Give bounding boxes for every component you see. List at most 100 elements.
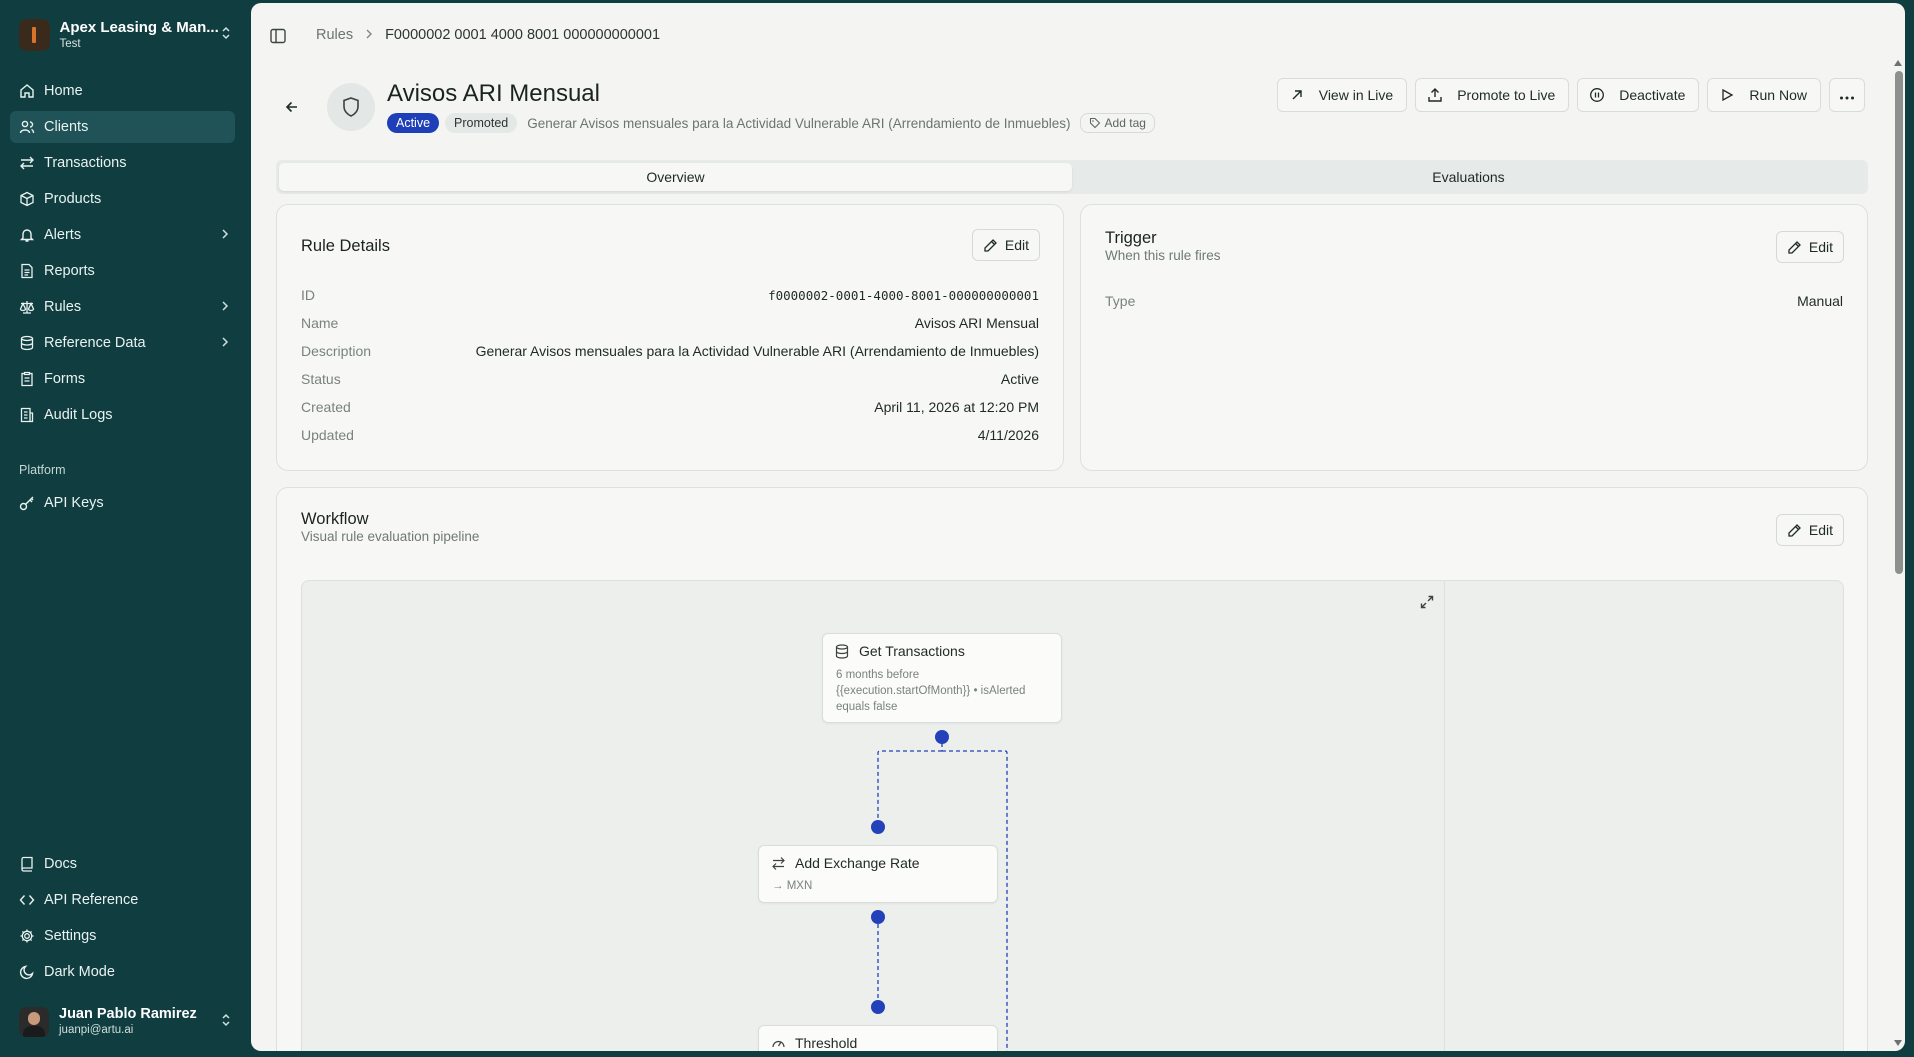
sidebar-item-reports[interactable]: Reports xyxy=(10,255,235,287)
back-arrow-icon[interactable] xyxy=(283,98,301,116)
sidebar-toggle-icon[interactable] xyxy=(269,27,287,45)
edit-label: Edit xyxy=(1808,522,1833,538)
avatar xyxy=(19,1007,49,1037)
node-title-text: Get Transactions xyxy=(859,643,965,659)
user-menu[interactable]: Juan Pablo Ramirez juanpi@artu.ai xyxy=(19,1002,234,1042)
scroll-down-arrow[interactable] xyxy=(1894,1040,1902,1046)
user-email: juanpi@artu.ai xyxy=(59,1024,134,1036)
run-now-label: Run Now xyxy=(1749,87,1807,103)
edit-rule-details-button[interactable]: Edit xyxy=(971,229,1040,261)
detail-key: Updated xyxy=(301,427,354,443)
breadcrumb-rules-link[interactable]: Rules xyxy=(316,27,353,43)
sidebar-item-api-keys[interactable]: API Keys xyxy=(10,487,235,519)
add-tag-button[interactable]: Add tag xyxy=(1079,113,1155,133)
sidebar-item-label: Clients xyxy=(44,119,89,135)
tab-overview[interactable]: Overview xyxy=(279,163,1072,191)
rule-details-title: Rule Details xyxy=(301,237,390,255)
tab-evaluations[interactable]: Evaluations xyxy=(1072,163,1865,191)
users-icon xyxy=(19,119,35,135)
sidebar-item-clients[interactable]: Clients xyxy=(10,111,235,143)
rule-details-card: Rule Details Edit ID f0000002-0001-4000-… xyxy=(276,204,1064,471)
sidebar-item-api-reference[interactable]: API Reference xyxy=(10,884,235,916)
sidebar-item-label: Forms xyxy=(44,371,86,387)
sidebar-item-label: Settings xyxy=(44,928,97,944)
gauge-icon xyxy=(771,1036,786,1051)
sidebar-item-rules[interactable]: Rules xyxy=(10,291,235,323)
sidebar-item-settings[interactable]: Settings xyxy=(10,920,235,952)
sidebar-item-forms[interactable]: Forms xyxy=(10,363,235,395)
sidebar-item-label: Reports xyxy=(44,263,95,279)
deactivate-button[interactable]: Deactivate xyxy=(1577,78,1700,112)
detail-key: Status xyxy=(301,371,341,387)
run-now-button[interactable]: Run Now xyxy=(1707,78,1821,112)
chevron-right-icon xyxy=(215,336,235,351)
deactivate-label: Deactivate xyxy=(1619,87,1686,103)
breadcrumb: Rules F0000002 0001 4000 8001 0000000000… xyxy=(316,27,660,43)
node-title: Threshold xyxy=(771,1035,857,1051)
workflow-node-get-transactions[interactable]: Get Transactions 6 months before {{execu… xyxy=(822,633,1062,723)
add-tag-label: Add tag xyxy=(1104,116,1146,130)
org-switcher[interactable]: Apex Leasing & Man... Test xyxy=(19,17,234,53)
view-in-live-label: View in Live xyxy=(1318,87,1394,103)
sidebar-item-audit-logs[interactable]: Audit Logs xyxy=(10,399,235,431)
trigger-card: Trigger When this rule fires Edit Type M… xyxy=(1080,204,1868,471)
node-title: Add Exchange Rate xyxy=(771,855,920,871)
workflow-node-add-exchange-rate[interactable]: Add Exchange Rate → MXN xyxy=(758,845,998,903)
file-text-icon xyxy=(19,263,35,279)
sidebar-item-dark-mode[interactable]: Dark Mode xyxy=(10,956,235,988)
detail-value: April 11, 2026 at 12:20 PM xyxy=(874,399,1039,415)
database-icon xyxy=(835,643,850,659)
page-title: Avisos ARI Mensual xyxy=(387,80,600,107)
workflow-canvas[interactable]: Get Transactions 6 months before {{execu… xyxy=(301,580,1844,1051)
trigger-subtitle: When this rule fires xyxy=(1105,248,1221,263)
node-output-handle[interactable] xyxy=(871,910,885,924)
ellipsis-icon xyxy=(1839,87,1855,103)
scroll-up-arrow[interactable] xyxy=(1894,60,1902,66)
sidebar-item-label: Audit Logs xyxy=(44,407,113,423)
node-input-handle[interactable] xyxy=(871,1000,885,1014)
sidebar-item-label: API Keys xyxy=(44,495,104,511)
detail-row-created: Created April 11, 2026 at 12:20 PM xyxy=(301,397,1039,417)
workflow-node-threshold[interactable]: Threshold xyxy=(758,1025,998,1051)
view-in-live-button[interactable]: View in Live xyxy=(1276,78,1408,112)
detail-key: Name xyxy=(301,315,339,331)
database-icon xyxy=(19,335,35,351)
workflow-title: Workflow xyxy=(301,510,369,528)
edit-workflow-button[interactable]: Edit xyxy=(1775,514,1844,546)
pause-circle-icon xyxy=(1589,87,1605,103)
breadcrumb-current: F0000002 0001 4000 8001 000000000001 xyxy=(385,27,661,43)
chevron-right-icon xyxy=(215,300,235,315)
org-environment: Test xyxy=(59,37,81,50)
key-icon xyxy=(19,495,35,511)
platform-nav: API Keys xyxy=(10,487,235,523)
edit-trigger-button[interactable]: Edit xyxy=(1775,231,1844,263)
topbar: Rules F0000002 0001 4000 8001 0000000000… xyxy=(251,3,1905,67)
trigger-type-row: Type Manual xyxy=(1105,291,1843,311)
upload-icon xyxy=(1427,87,1443,103)
sidebar-item-label: Reference Data xyxy=(44,335,146,351)
sidebar-item-label: Alerts xyxy=(44,227,82,243)
sidebar-item-transactions[interactable]: Transactions xyxy=(10,147,235,179)
play-icon xyxy=(1719,87,1735,103)
tab-bar: Overview Evaluations xyxy=(276,160,1868,194)
node-output-handle[interactable] xyxy=(935,730,949,744)
node-description: → MXN xyxy=(772,880,813,892)
sidebar-item-alerts[interactable]: Alerts xyxy=(10,219,235,251)
sidebar-item-label: Rules xyxy=(44,299,82,315)
detail-key: ID xyxy=(301,287,315,303)
sidebar-item-home[interactable]: Home xyxy=(10,75,235,107)
promote-to-live-button[interactable]: Promote to Live xyxy=(1415,78,1570,112)
sidebar-item-label: Products xyxy=(44,191,102,207)
more-options-button[interactable] xyxy=(1829,78,1865,112)
main-content: Rules F0000002 0001 4000 8001 0000000000… xyxy=(251,3,1905,1051)
sidebar-item-products[interactable]: Products xyxy=(10,183,235,215)
sidebar-item-docs[interactable]: Docs xyxy=(10,848,235,880)
sidebar-item-reference-data[interactable]: Reference Data xyxy=(10,327,235,359)
arrows-left-right-icon xyxy=(771,856,786,871)
org-name: Apex Leasing & Man... xyxy=(59,18,219,36)
rule-header: Avisos ARI Mensual Active Promoted Gener… xyxy=(251,75,1905,135)
sidebar-item-label: Home xyxy=(44,83,83,99)
rule-description: Generar Avisos mensuales para la Activid… xyxy=(527,115,1071,131)
scrollbar-thumb[interactable] xyxy=(1895,71,1903,574)
node-input-handle[interactable] xyxy=(871,820,885,834)
